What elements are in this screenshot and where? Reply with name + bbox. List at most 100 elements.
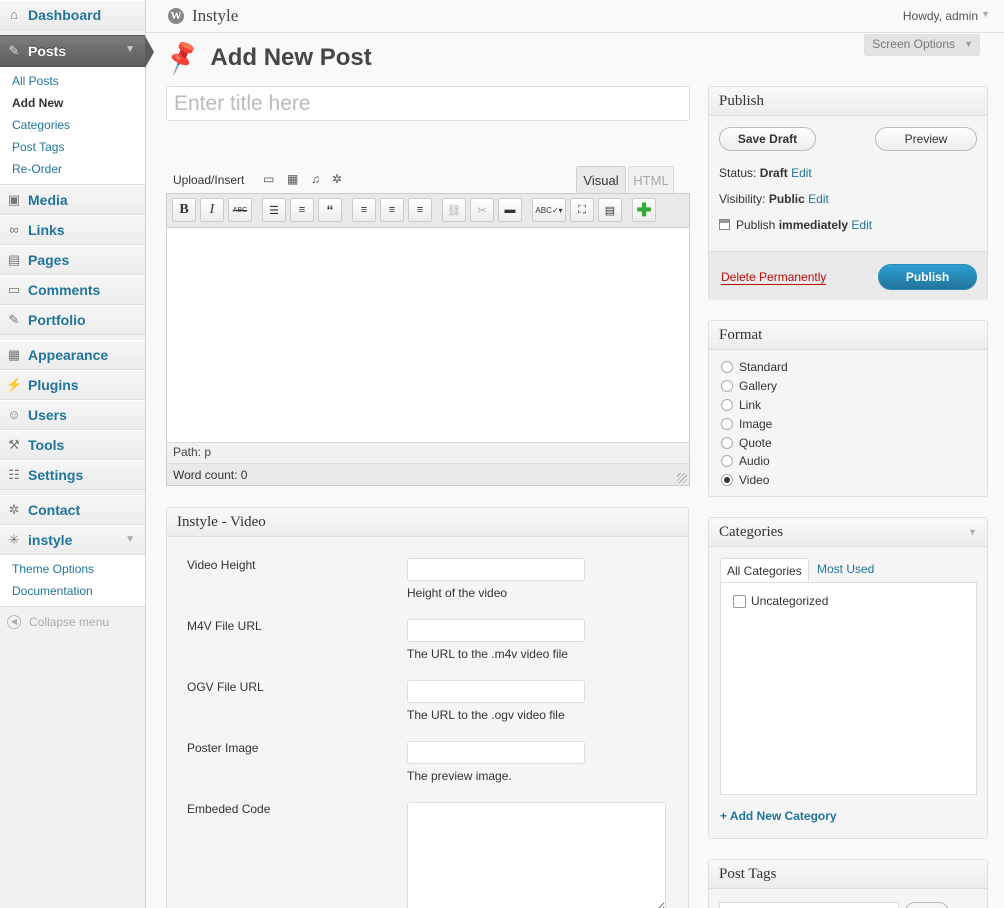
radio-button-selected[interactable]: [721, 474, 733, 486]
radio-button[interactable]: [721, 361, 733, 373]
add-new-category-link[interactable]: + Add New Category: [720, 809, 837, 823]
format-option-audio[interactable]: Audio: [721, 454, 770, 468]
submenu-categories[interactable]: Categories: [0, 114, 145, 136]
menu-appearance[interactable]: ▦ Appearance: [0, 340, 145, 370]
screen-options-button[interactable]: Screen Options ▼: [864, 34, 980, 56]
add-shortcode-button[interactable]: ✚: [632, 198, 656, 222]
tab-html[interactable]: HTML: [628, 166, 674, 194]
menu-comments[interactable]: ▭ Comments: [0, 275, 145, 305]
format-option-gallery[interactable]: Gallery: [721, 379, 777, 393]
fullscreen-button[interactable]: ⛶: [570, 198, 594, 222]
radio-button[interactable]: [721, 437, 733, 449]
poster-image-input[interactable]: [407, 741, 585, 764]
add-audio-icon[interactable]: ♫: [311, 172, 320, 186]
delete-permanently-link[interactable]: Delete Permanently: [721, 270, 827, 285]
collapse-menu[interactable]: ◀ Collapse menu: [0, 607, 145, 637]
submenu-documentation[interactable]: Documentation: [0, 580, 145, 602]
categories-metabox: Categories ▼ All Categories Most Used Un…: [708, 517, 988, 839]
post-tags-metabox-title[interactable]: Post Tags: [709, 860, 987, 889]
publish-metabox: Publish Save Draft Preview Status: Draft…: [708, 86, 988, 300]
menu-posts[interactable]: ✎ Posts ▼: [0, 35, 154, 68]
align-center-button[interactable]: ≡: [380, 198, 404, 222]
resize-handle[interactable]: [677, 473, 687, 483]
unlink-button[interactable]: ✂: [470, 198, 494, 222]
schedule-line: Publish immediately Edit: [719, 218, 872, 232]
tab-most-used[interactable]: Most Used: [817, 562, 874, 576]
format-option-quote[interactable]: Quote: [721, 436, 772, 450]
menu-pages[interactable]: ▤ Pages: [0, 245, 145, 275]
user-greeting[interactable]: Howdy, admin: [903, 9, 978, 23]
bullet-list-button[interactable]: ☰: [262, 198, 286, 222]
submenu-all-posts[interactable]: All Posts: [0, 70, 145, 92]
menu-portfolio[interactable]: ✎ Portfolio: [0, 305, 145, 335]
add-media-icon[interactable]: ✲: [332, 172, 342, 186]
embed-code-textarea[interactable]: [407, 802, 666, 908]
ogv-url-desc: The URL to the .ogv video file: [407, 708, 565, 722]
video-height-input[interactable]: [407, 558, 585, 581]
blockquote-button[interactable]: “: [318, 198, 342, 222]
tab-visual[interactable]: Visual: [576, 166, 626, 194]
post-title-input[interactable]: [166, 86, 690, 121]
chevron-down-icon[interactable]: ▼: [968, 527, 977, 537]
menu-users[interactable]: ☺ Users: [0, 400, 145, 430]
radio-button[interactable]: [721, 418, 733, 430]
ogv-url-input[interactable]: [407, 680, 585, 703]
strikethrough-button[interactable]: ABC: [228, 198, 252, 222]
editor-toolbar: B I ABC ☰ ≡ “ ≡ ≡ ≡ ⛓ ✂ ▬ ABC✓▾ ⛶ ▤ ✚: [167, 194, 689, 228]
visibility-edit-link[interactable]: Edit: [808, 192, 829, 206]
radio-button[interactable]: [721, 399, 733, 411]
bold-button[interactable]: B: [172, 198, 196, 222]
chevron-down-icon[interactable]: ▼: [981, 9, 990, 19]
menu-tools[interactable]: ⚒ Tools: [0, 430, 145, 460]
menu-contact[interactable]: ✲ Contact: [0, 495, 145, 525]
insert-link-button[interactable]: ⛓: [442, 198, 466, 222]
align-left-button[interactable]: ≡: [352, 198, 376, 222]
submenu-re-order[interactable]: Re-Order: [0, 158, 145, 180]
insert-more-button[interactable]: ▬: [498, 198, 522, 222]
menu-dashboard[interactable]: ⌂ Dashboard: [0, 0, 145, 30]
add-image-icon[interactable]: ▭: [263, 172, 274, 186]
format-metabox-title[interactable]: Format: [709, 321, 987, 350]
italic-button[interactable]: I: [200, 198, 224, 222]
schedule-label: Publish: [736, 218, 776, 232]
editor-content-area[interactable]: [167, 228, 689, 435]
screen-options-label: Screen Options: [872, 37, 955, 51]
save-draft-button[interactable]: Save Draft: [719, 127, 816, 151]
site-title[interactable]: W Instyle: [168, 6, 238, 26]
categories-metabox-title[interactable]: Categories: [709, 518, 987, 547]
video-metabox-title[interactable]: Instyle - Video: [167, 508, 688, 537]
format-option-video[interactable]: Video: [721, 473, 769, 487]
submenu-add-new[interactable]: Add New: [0, 92, 145, 114]
format-option-image[interactable]: Image: [721, 417, 772, 431]
menu-plugins[interactable]: ⚡ Plugins: [0, 370, 145, 400]
schedule-edit-link[interactable]: Edit: [851, 218, 872, 232]
chevron-down-icon[interactable]: ▼: [125, 534, 135, 545]
menu-settings[interactable]: ☷ Settings: [0, 460, 145, 490]
m4v-url-input[interactable]: [407, 619, 585, 642]
chevron-down-icon[interactable]: ▼: [125, 44, 135, 55]
format-option-link[interactable]: Link: [721, 398, 761, 412]
category-item[interactable]: Uncategorized: [733, 594, 828, 608]
tab-all-categories[interactable]: All Categories: [720, 558, 809, 583]
add-video-icon[interactable]: ▦: [287, 172, 298, 186]
align-right-button[interactable]: ≡: [408, 198, 432, 222]
spellcheck-button[interactable]: ABC✓▾: [532, 198, 566, 222]
preview-button[interactable]: Preview: [875, 127, 977, 151]
menu-media[interactable]: ▣ Media: [0, 185, 145, 215]
status-edit-link[interactable]: Edit: [791, 166, 812, 180]
checkbox[interactable]: [733, 594, 746, 608]
m4v-url-label: M4V File URL: [187, 619, 262, 633]
add-tag-button[interactable]: [905, 902, 949, 908]
publish-button[interactable]: Publish: [878, 264, 977, 290]
submenu-post-tags[interactable]: Post Tags: [0, 136, 145, 158]
radio-button[interactable]: [721, 380, 733, 392]
radio-button[interactable]: [721, 455, 733, 467]
submenu-theme-options[interactable]: Theme Options: [0, 558, 145, 580]
publish-metabox-title[interactable]: Publish: [709, 87, 987, 116]
menu-instyle[interactable]: ✳ instyle ▼: [0, 525, 145, 555]
numbered-list-button[interactable]: ≡: [290, 198, 314, 222]
format-option-standard[interactable]: Standard: [721, 360, 788, 374]
kitchen-sink-button[interactable]: ▤: [598, 198, 622, 222]
menu-links[interactable]: ∞ Links: [0, 215, 145, 245]
tags-input[interactable]: [719, 902, 899, 908]
